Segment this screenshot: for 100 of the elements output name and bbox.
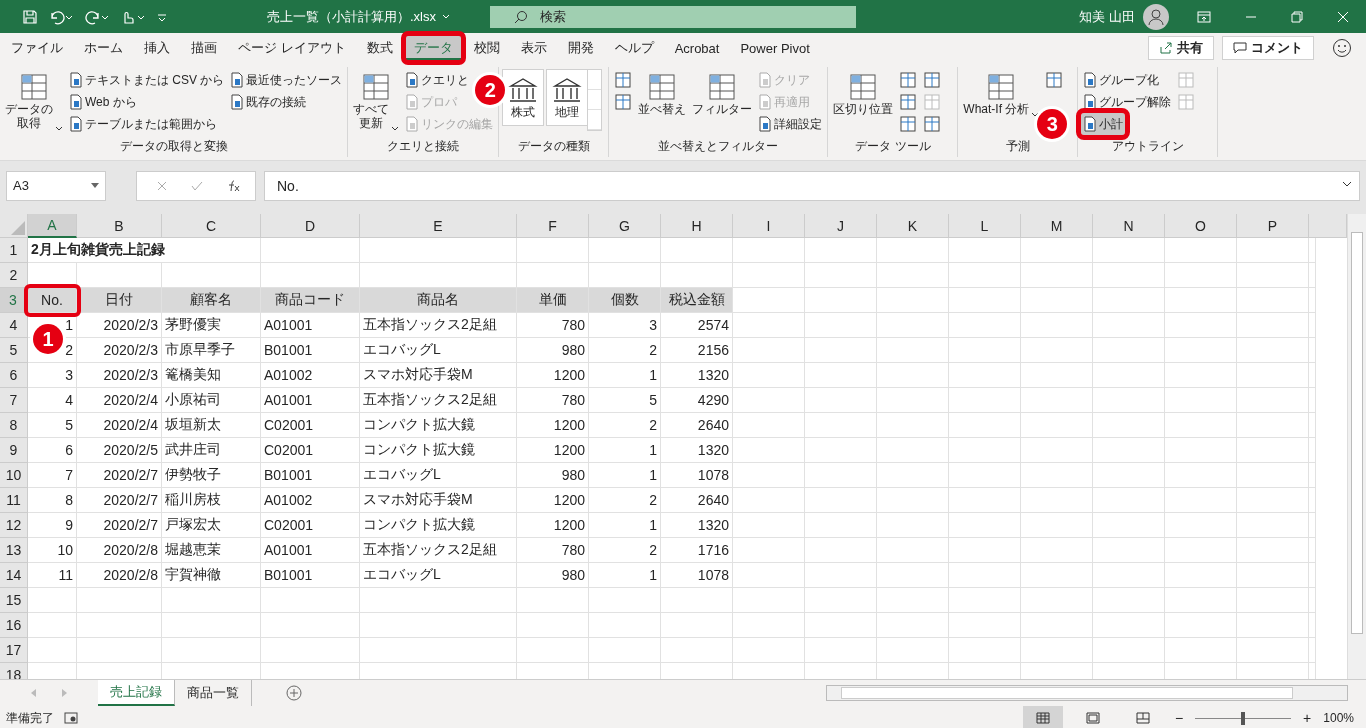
ribbon-tab[interactable]: ページ レイアウト: [229, 35, 355, 61]
ribbon-button[interactable]: 既存の接続: [228, 91, 309, 113]
undo-icon[interactable]: [48, 8, 74, 25]
column-header[interactable]: C: [162, 214, 261, 238]
tool-icon[interactable]: [613, 70, 634, 90]
normal-view-button[interactable]: [1022, 706, 1063, 728]
ribbon-button[interactable]: グループ化: [1081, 69, 1162, 91]
smiley-icon[interactable]: [1332, 38, 1352, 58]
row-header[interactable]: 8: [0, 413, 28, 438]
column-header[interactable]: I: [733, 214, 805, 238]
ribbon-button[interactable]: データの 取得: [3, 69, 65, 133]
row-header[interactable]: 5: [0, 338, 28, 363]
save-icon[interactable]: [22, 8, 38, 25]
expand-icon[interactable]: [1342, 181, 1352, 187]
formula-field[interactable]: No.: [264, 170, 1360, 201]
row-header[interactable]: 1: [0, 238, 28, 263]
table-cell: [733, 263, 805, 288]
horizontal-scrollbar[interactable]: [826, 685, 1348, 701]
caret-icon[interactable]: [442, 13, 450, 20]
column-header[interactable]: F: [517, 214, 589, 238]
ribbon-tab[interactable]: Power Pivot: [731, 35, 819, 61]
ribbon-tab[interactable]: 描画: [182, 35, 226, 61]
row-header[interactable]: 14: [0, 563, 28, 588]
column-header[interactable]: M: [1021, 214, 1093, 238]
row-header[interactable]: 4: [0, 313, 28, 338]
zoom-out-button[interactable]: −: [1172, 710, 1186, 726]
ribbon-tab[interactable]: 校閲: [464, 35, 509, 61]
ribbon-tab[interactable]: 数式: [357, 35, 402, 61]
ribbon-button[interactable]: 最近使ったソース: [228, 69, 345, 91]
ribbon-button[interactable]: 並べ替え: [636, 69, 689, 119]
row-header[interactable]: 2: [0, 263, 28, 288]
column-header[interactable]: B: [77, 214, 162, 238]
row-header[interactable]: 15: [0, 588, 28, 613]
macro-record-icon[interactable]: [64, 712, 78, 724]
column-header[interactable]: G: [589, 214, 661, 238]
row-header[interactable]: 13: [0, 538, 28, 563]
column-header[interactable]: O: [1165, 214, 1237, 238]
tool-icon[interactable]: [898, 92, 919, 112]
ribbon-display-icon[interactable]: [1197, 10, 1211, 23]
ribbon-button[interactable]: クエリと: [403, 69, 472, 91]
row-header[interactable]: 12: [0, 513, 28, 538]
row-header[interactable]: 11: [0, 488, 28, 513]
tool-icon[interactable]: [922, 70, 943, 90]
ribbon-button[interactable]: フィルター: [690, 69, 755, 119]
sheet-tab[interactable]: 売上記録: [98, 680, 175, 706]
ribbon-tab[interactable]: Acrobat: [665, 35, 729, 61]
search-field[interactable]: 検索: [490, 5, 856, 28]
column-header[interactable]: E: [360, 214, 517, 238]
gallery-item[interactable]: 株式: [503, 70, 544, 125]
column-header[interactable]: L: [949, 214, 1021, 238]
ribbon-button[interactable]: 区切り位置: [831, 69, 896, 119]
avatar-icon[interactable]: [1143, 3, 1169, 30]
vertical-scrollbar[interactable]: [1347, 214, 1366, 679]
row-header[interactable]: 10: [0, 463, 28, 488]
restore-icon[interactable]: [1291, 10, 1303, 23]
file-title[interactable]: 売上一覧（小計計算用）.xlsx: [267, 7, 436, 26]
row-header[interactable]: 7: [0, 388, 28, 413]
column-header[interactable]: P: [1237, 214, 1309, 238]
cancel-icon[interactable]: [157, 180, 167, 191]
gallery-item[interactable]: 地理: [547, 70, 588, 125]
row-header[interactable]: 17: [0, 638, 28, 663]
ribbon-tab[interactable]: ホーム: [75, 35, 132, 61]
column-header[interactable]: A: [28, 214, 77, 238]
column-header[interactable]: D: [261, 214, 360, 238]
ribbon-tab[interactable]: 挿入: [135, 35, 179, 61]
ribbon-button[interactable]: テーブルまたは範囲から: [67, 113, 219, 135]
column-header[interactable]: N: [1093, 214, 1165, 238]
ribbon-button[interactable]: テキストまたは CSV から: [67, 69, 227, 91]
column-header[interactable]: K: [877, 214, 949, 238]
table-cell: [805, 588, 877, 613]
tool-icon[interactable]: [613, 92, 634, 112]
tool-icon[interactable]: [1044, 70, 1065, 90]
search-input[interactable]: 検索: [540, 6, 856, 27]
comment-button[interactable]: コメント: [1222, 36, 1314, 60]
ribbon-button[interactable]: 詳細設定: [756, 113, 825, 135]
redo-icon[interactable]: [84, 8, 110, 25]
row-header[interactable]: 6: [0, 363, 28, 388]
check-icon[interactable]: [191, 180, 203, 191]
zoom-level[interactable]: 100%: [1323, 711, 1354, 725]
ribbon-button[interactable]: Web から: [67, 91, 139, 113]
ribbon-tab[interactable]: ファイル: [2, 35, 72, 61]
ribbon-tab[interactable]: ヘルプ: [605, 35, 663, 61]
ribbon-tab[interactable]: 開発: [558, 35, 603, 61]
row-header[interactable]: 9: [0, 438, 28, 463]
share-button[interactable]: 共有: [1148, 36, 1214, 60]
column-header[interactable]: J: [805, 214, 877, 238]
tool-icon[interactable]: [898, 114, 919, 134]
tool-icon[interactable]: [898, 70, 919, 90]
row-header[interactable]: 16: [0, 613, 28, 638]
name-box[interactable]: A3: [6, 170, 106, 201]
ribbon-tab[interactable]: 表示: [511, 35, 556, 61]
tool-icon[interactable]: [922, 114, 943, 134]
ribbon-button[interactable]: すべて 更新: [351, 69, 402, 133]
close-icon[interactable]: [1337, 10, 1349, 23]
column-header[interactable]: H: [661, 214, 733, 238]
function-icon[interactable]: [227, 179, 241, 192]
table-cell: [661, 613, 733, 638]
add-sheet-icon[interactable]: [286, 685, 302, 701]
zoom-in-button[interactable]: +: [1301, 710, 1314, 726]
table-cell: [805, 263, 877, 288]
